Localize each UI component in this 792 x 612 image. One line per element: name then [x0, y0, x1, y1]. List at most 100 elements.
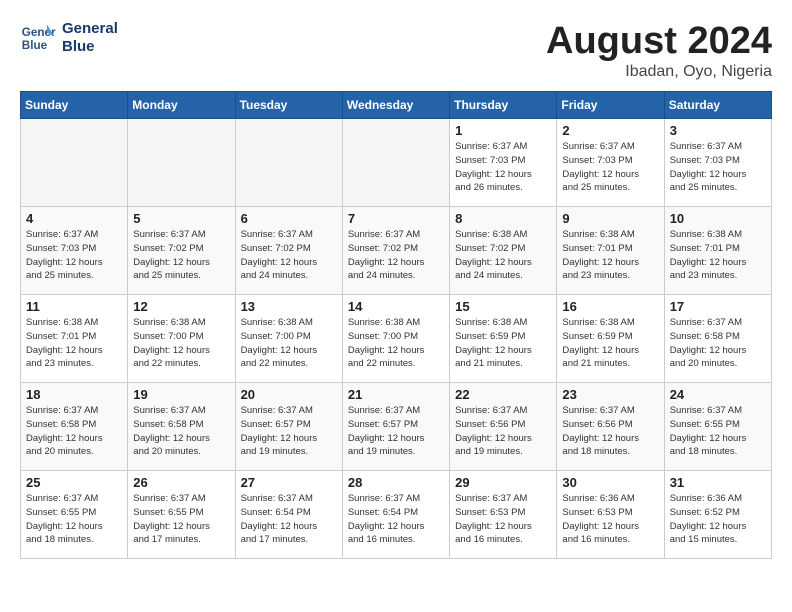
day-number: 13 — [241, 299, 337, 314]
day-number: 30 — [562, 475, 658, 490]
calendar-cell: 23Sunrise: 6:37 AM Sunset: 6:56 PM Dayli… — [557, 383, 664, 471]
calendar-cell: 17 Sunrise: 6:37 AM Sunset: 6:58 PM Dayli… — [664, 295, 771, 383]
weekday-header-wednesday: Wednesday — [342, 92, 449, 119]
calendar-cell: 24Sunrise: 6:37 AM Sunset: 6:55 PM Dayli… — [664, 383, 771, 471]
day-number: 4 — [26, 211, 122, 226]
day-number: 1 — [455, 123, 551, 138]
day-number: 7 — [348, 211, 444, 226]
day-number: 5 — [133, 211, 229, 226]
day-info: Sunrise: 6:37 AM Sunset: 6:55 PM Dayligh… — [670, 404, 766, 459]
calendar-week-row: 1 Sunrise: 6:37 AM Sunset: 7:03 PM Daylig… — [21, 119, 772, 207]
calendar-cell: 9 Sunrise: 6:38 AM Sunset: 7:01 PM Daylig… — [557, 207, 664, 295]
weekday-header-monday: Monday — [128, 92, 235, 119]
day-info: Sunrise: 6:37 AM Sunset: 7:02 PM Dayligh… — [241, 228, 337, 283]
calendar-cell: 6 Sunrise: 6:37 AM Sunset: 7:02 PM Daylig… — [235, 207, 342, 295]
day-info: Sunrise: 6:37 AM Sunset: 6:58 PM Dayligh… — [670, 316, 766, 371]
day-info: Sunrise: 6:37 AM Sunset: 7:03 PM Dayligh… — [26, 228, 122, 283]
day-info: Sunrise: 6:37 AM Sunset: 6:58 PM Dayligh… — [133, 404, 229, 459]
day-info: Sunrise: 6:37 AM Sunset: 6:56 PM Dayligh… — [455, 404, 551, 459]
day-info: Sunrise: 6:37 AM Sunset: 6:54 PM Dayligh… — [241, 492, 337, 547]
title-block: August 2024 Ibadan, Oyo, Nigeria — [546, 20, 772, 81]
day-number: 29 — [455, 475, 551, 490]
day-info: Sunrise: 6:37 AM Sunset: 6:55 PM Dayligh… — [26, 492, 122, 547]
day-info: Sunrise: 6:38 AM Sunset: 7:00 PM Dayligh… — [133, 316, 229, 371]
day-info: Sunrise: 6:37 AM Sunset: 6:57 PM Dayligh… — [241, 404, 337, 459]
calendar-cell: 1 Sunrise: 6:37 AM Sunset: 7:03 PM Daylig… — [450, 119, 557, 207]
day-number: 19 — [133, 387, 229, 402]
calendar-header: SundayMondayTuesdayWednesdayThursdayFrid… — [21, 92, 772, 119]
calendar-cell: 28 Sunrise: 6:37 AM Sunset: 6:54 PM Dayli… — [342, 471, 449, 559]
calendar-cell: 20 Sunrise: 6:37 AM Sunset: 6:57 PM Dayli… — [235, 383, 342, 471]
day-info: Sunrise: 6:37 AM Sunset: 6:54 PM Dayligh… — [348, 492, 444, 547]
page-header: General Blue General Blue August 2024 Ib… — [20, 20, 772, 81]
calendar-cell: 22 Sunrise: 6:37 AM Sunset: 6:56 PM Dayli… — [450, 383, 557, 471]
calendar-cell: 13 Sunrise: 6:38 AM Sunset: 7:00 PM Dayli… — [235, 295, 342, 383]
day-info: Sunrise: 6:37 AM Sunset: 6:58 PM Dayligh… — [26, 404, 122, 459]
day-number: 26 — [133, 475, 229, 490]
calendar-cell: 27 Sunrise: 6:37 AM Sunset: 6:54 PM Dayli… — [235, 471, 342, 559]
day-number: 10 — [670, 211, 766, 226]
calendar-cell: 29 Sunrise: 6:37 AM Sunset: 6:53 PM Dayli… — [450, 471, 557, 559]
day-number: 28 — [348, 475, 444, 490]
calendar-cell: 12Sunrise: 6:38 AM Sunset: 7:00 PM Dayli… — [128, 295, 235, 383]
calendar-week-row: 18 Sunrise: 6:37 AM Sunset: 6:58 PM Dayli… — [21, 383, 772, 471]
day-info: Sunrise: 6:37 AM Sunset: 6:56 PM Dayligh… — [562, 404, 658, 459]
day-info: Sunrise: 6:38 AM Sunset: 7:01 PM Dayligh… — [670, 228, 766, 283]
day-info: Sunrise: 6:37 AM Sunset: 7:03 PM Dayligh… — [562, 140, 658, 195]
day-info: Sunrise: 6:37 AM Sunset: 6:53 PM Dayligh… — [455, 492, 551, 547]
day-number: 20 — [241, 387, 337, 402]
day-number: 3 — [670, 123, 766, 138]
calendar-cell: 25 Sunrise: 6:37 AM Sunset: 6:55 PM Dayli… — [21, 471, 128, 559]
day-info: Sunrise: 6:38 AM Sunset: 6:59 PM Dayligh… — [562, 316, 658, 371]
calendar-cell — [235, 119, 342, 207]
calendar-table: SundayMondayTuesdayWednesdayThursdayFrid… — [20, 91, 772, 559]
calendar-cell: 2 Sunrise: 6:37 AM Sunset: 7:03 PM Daylig… — [557, 119, 664, 207]
day-number: 9 — [562, 211, 658, 226]
day-number: 2 — [562, 123, 658, 138]
weekday-header-thursday: Thursday — [450, 92, 557, 119]
day-number: 18 — [26, 387, 122, 402]
calendar-cell: 11 Sunrise: 6:38 AM Sunset: 7:01 PM Dayli… — [21, 295, 128, 383]
day-info: Sunrise: 6:37 AM Sunset: 6:57 PM Dayligh… — [348, 404, 444, 459]
calendar-cell: 4 Sunrise: 6:37 AM Sunset: 7:03 PM Daylig… — [21, 207, 128, 295]
day-info: Sunrise: 6:37 AM Sunset: 7:02 PM Dayligh… — [133, 228, 229, 283]
calendar-cell: 16 Sunrise: 6:38 AM Sunset: 6:59 PM Dayli… — [557, 295, 664, 383]
day-info: Sunrise: 6:38 AM Sunset: 7:02 PM Dayligh… — [455, 228, 551, 283]
day-info: Sunrise: 6:37 AM Sunset: 6:55 PM Dayligh… — [133, 492, 229, 547]
logo-icon: General Blue — [20, 20, 56, 56]
calendar-cell: 10 Sunrise: 6:38 AM Sunset: 7:01 PM Dayli… — [664, 207, 771, 295]
day-number: 11 — [26, 299, 122, 314]
calendar-cell: 30 Sunrise: 6:36 AM Sunset: 6:53 PM Dayli… — [557, 471, 664, 559]
day-number: 25 — [26, 475, 122, 490]
weekday-header-friday: Friday — [557, 92, 664, 119]
day-number: 8 — [455, 211, 551, 226]
day-number: 16 — [562, 299, 658, 314]
day-info: Sunrise: 6:38 AM Sunset: 6:59 PM Dayligh… — [455, 316, 551, 371]
calendar-cell — [21, 119, 128, 207]
day-info: Sunrise: 6:38 AM Sunset: 7:00 PM Dayligh… — [241, 316, 337, 371]
weekday-header-tuesday: Tuesday — [235, 92, 342, 119]
day-info: Sunrise: 6:36 AM Sunset: 6:53 PM Dayligh… — [562, 492, 658, 547]
day-info: Sunrise: 6:37 AM Sunset: 7:02 PM Dayligh… — [348, 228, 444, 283]
calendar-cell: 7 Sunrise: 6:37 AM Sunset: 7:02 PM Daylig… — [342, 207, 449, 295]
calendar-cell: 5 Sunrise: 6:37 AM Sunset: 7:02 PM Daylig… — [128, 207, 235, 295]
calendar-cell: 31Sunrise: 6:36 AM Sunset: 6:52 PM Dayli… — [664, 471, 771, 559]
day-number: 27 — [241, 475, 337, 490]
day-info: Sunrise: 6:38 AM Sunset: 7:01 PM Dayligh… — [562, 228, 658, 283]
calendar-cell — [342, 119, 449, 207]
weekday-header-row: SundayMondayTuesdayWednesdayThursdayFrid… — [21, 92, 772, 119]
day-number: 14 — [348, 299, 444, 314]
logo-text-general: General — [62, 20, 118, 38]
weekday-header-saturday: Saturday — [664, 92, 771, 119]
calendar-week-row: 25 Sunrise: 6:37 AM Sunset: 6:55 PM Dayli… — [21, 471, 772, 559]
day-info: Sunrise: 6:38 AM Sunset: 7:01 PM Dayligh… — [26, 316, 122, 371]
calendar-cell: 14Sunrise: 6:38 AM Sunset: 7:00 PM Dayli… — [342, 295, 449, 383]
calendar-cell: 8 Sunrise: 6:38 AM Sunset: 7:02 PM Daylig… — [450, 207, 557, 295]
day-number: 22 — [455, 387, 551, 402]
calendar-cell — [128, 119, 235, 207]
logo: General Blue General Blue — [20, 20, 118, 56]
calendar-cell: 19 Sunrise: 6:37 AM Sunset: 6:58 PM Dayli… — [128, 383, 235, 471]
day-number: 6 — [241, 211, 337, 226]
day-number: 17 — [670, 299, 766, 314]
day-info: Sunrise: 6:37 AM Sunset: 7:03 PM Dayligh… — [455, 140, 551, 195]
